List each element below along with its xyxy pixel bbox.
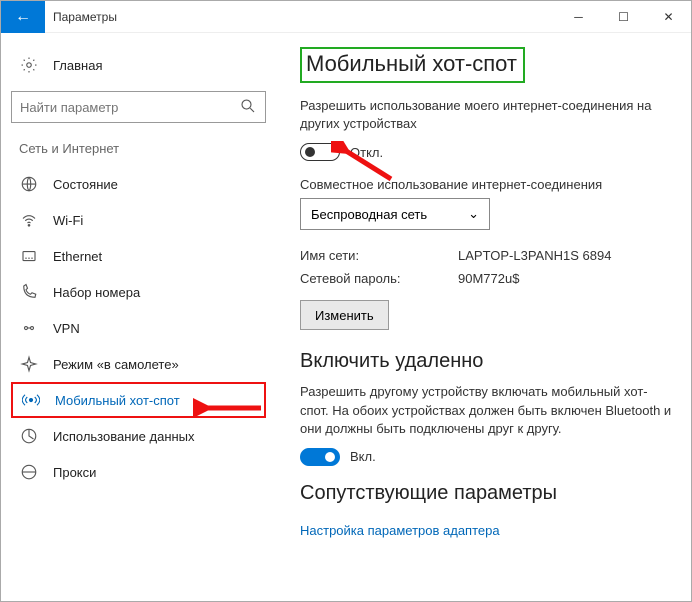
proxy-icon <box>19 462 39 482</box>
ethernet-icon <box>19 246 39 266</box>
gear-icon <box>19 55 39 75</box>
share-toggle-label: Откл. <box>350 145 383 160</box>
share-from-label: Совместное использование интернет-соедин… <box>300 177 673 192</box>
share-description: Разрешить использование моего интернет-с… <box>300 97 673 133</box>
network-name-value: LAPTOP-L3PANH1S 6894 <box>458 248 611 263</box>
nav-label: Прокси <box>53 465 96 480</box>
data-usage-icon <box>19 426 39 446</box>
edit-button[interactable]: Изменить <box>300 300 389 330</box>
nav-vpn[interactable]: VPN <box>11 310 266 346</box>
adapter-settings-link[interactable]: Настройка параметров адаптера <box>300 523 500 538</box>
nav-status[interactable]: Состояние <box>11 166 266 202</box>
search-box[interactable] <box>11 91 266 123</box>
titlebar: ← Параметры ─ ☐ ✕ <box>1 1 691 33</box>
nav-home[interactable]: Главная <box>11 47 266 83</box>
nav-label: Ethernet <box>53 249 102 264</box>
nav-datausage[interactable]: Использование данных <box>11 418 266 454</box>
nav-proxy[interactable]: Прокси <box>11 454 266 490</box>
share-from-dropdown[interactable]: Беспроводная сеть ⌄ <box>300 198 490 230</box>
window-controls: ─ ☐ ✕ <box>556 1 691 33</box>
wifi-icon <box>19 210 39 230</box>
page-title: Мобильный хот-спот <box>300 47 525 83</box>
sidebar-group-label: Сеть и Интернет <box>19 141 258 156</box>
network-pass-value: 90M772u$ <box>458 271 519 286</box>
remote-toggle[interactable] <box>300 448 340 466</box>
share-toggle[interactable] <box>300 143 340 161</box>
maximize-button[interactable]: ☐ <box>601 1 646 33</box>
nav-label: Режим «в самолете» <box>53 357 179 372</box>
remote-title: Включить удаленно <box>300 350 673 373</box>
remote-toggle-label: Вкл. <box>350 449 376 464</box>
window-title: Параметры <box>53 10 556 24</box>
hotspot-icon <box>21 390 41 410</box>
share-toggle-row: Откл. <box>300 143 673 161</box>
back-button[interactable]: ← <box>1 1 45 33</box>
phone-icon <box>19 282 39 302</box>
nav-hotspot[interactable]: Мобильный хот-спот <box>11 382 266 418</box>
airplane-icon <box>19 354 39 374</box>
nav-home-label: Главная <box>53 58 102 73</box>
remote-description: Разрешить другому устройству включать мо… <box>300 383 673 438</box>
globe-icon <box>19 174 39 194</box>
nav-wifi[interactable]: Wi-Fi <box>11 202 266 238</box>
dropdown-value: Беспроводная сеть <box>311 207 427 222</box>
sidebar: Главная Сеть и Интернет Состояние Wi-Fi … <box>1 33 276 601</box>
vpn-icon <box>19 318 39 338</box>
nav-airplane[interactable]: Режим «в самолете» <box>11 346 266 382</box>
nav-label: Wi-Fi <box>53 213 83 228</box>
network-pass-label: Сетевой пароль: <box>300 271 458 286</box>
nav-label: Набор номера <box>53 285 140 300</box>
nav-label: Использование данных <box>53 429 195 444</box>
nav-label: Состояние <box>53 177 118 192</box>
network-pass-row: Сетевой пароль: 90M772u$ <box>300 271 673 286</box>
nav-dialup[interactable]: Набор номера <box>11 274 266 310</box>
nav-label: VPN <box>53 321 80 336</box>
network-name-label: Имя сети: <box>300 248 458 263</box>
related-title: Сопутствующие параметры <box>300 482 673 505</box>
search-icon <box>239 97 257 118</box>
arrow-left-icon: ← <box>15 8 31 26</box>
remote-toggle-row: Вкл. <box>300 448 673 466</box>
nav-label: Мобильный хот-спот <box>55 393 180 408</box>
main-panel: Мобильный хот-спот Разрешить использован… <box>276 33 691 601</box>
chevron-down-icon: ⌄ <box>468 206 479 222</box>
close-button[interactable]: ✕ <box>646 1 691 33</box>
minimize-button[interactable]: ─ <box>556 1 601 33</box>
nav-ethernet[interactable]: Ethernet <box>11 238 266 274</box>
network-name-row: Имя сети: LAPTOP-L3PANH1S 6894 <box>300 248 673 263</box>
search-input[interactable] <box>20 100 239 115</box>
